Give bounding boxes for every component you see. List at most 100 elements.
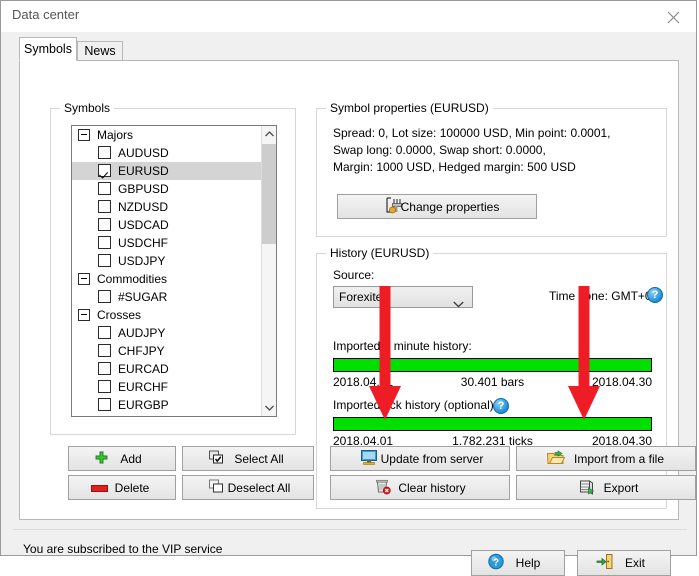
symbol-checkbox[interactable] [98,398,111,411]
symbol-row[interactable]: EURCHF [72,378,276,396]
clear-history-label: Clear history [331,481,509,495]
minute-history-label: Imported 1 minute history: [333,339,472,353]
symbol-checkbox[interactable] [98,416,111,417]
props-line-1: Spread: 0, Lot size: 100000 USD, Min poi… [333,125,611,142]
symbol-checkbox[interactable] [98,344,111,357]
help-button[interactable]: ? Help [471,550,565,576]
select-all-button-label: Select All [183,452,313,466]
symbol-row[interactable]: EURUSD [72,162,276,180]
source-dropdown[interactable]: Forexite [333,286,473,308]
symbol-properties-group: Symbol properties (EURUSD) Spread: 0, Lo… [316,108,667,237]
symbol-row[interactable]: NZDUSD [72,198,276,216]
symbol-label: CHFJPY [118,342,165,360]
symbol-row[interactable]: #SUGAR [72,288,276,306]
tab-symbols[interactable]: Symbols [19,37,77,61]
update-from-server-label: Update from server [331,452,509,466]
symbol-group-label: Majors [97,126,133,144]
symbol-label: USDCAD [118,216,169,234]
tick-history-label: Imported tick history (optional): [333,398,497,412]
symbol-row[interactable]: USDCAD [72,216,276,234]
select-all-button[interactable]: Select All [182,446,314,471]
symbol-group-row[interactable]: Crosses [72,306,276,324]
change-properties-button[interactable]: Change properties [337,194,537,219]
symbol-checkbox[interactable] [98,218,111,231]
symbol-row[interactable]: CHFJPY [72,342,276,360]
minute-history-range-row: 2018.04.01 30.401 bars 2018.04.30 [333,375,652,391]
symbol-checkbox[interactable] [98,290,111,303]
props-line-3: Margin: 1000 USD, Hedged margin: 500 USD [333,159,611,176]
scrollbar-thumb[interactable] [262,144,277,244]
import-from-file-label: Import from a file [517,452,695,466]
export-button[interactable]: Export [516,475,696,500]
symbol-checkbox[interactable] [98,326,111,339]
symbol-row[interactable]: EURCAD [72,360,276,378]
symbol-checkbox[interactable] [98,164,111,177]
add-button[interactable]: Add [68,446,176,471]
close-icon[interactable] [651,1,696,31]
source-label: Source: [333,268,374,282]
delete-button[interactable]: Delete [68,475,176,500]
symbol-group-row[interactable]: Commodities [72,270,276,288]
subscription-status: You are subscribed to the VIP service [23,542,222,556]
collapse-icon[interactable] [78,273,90,285]
collapse-icon[interactable] [78,129,90,141]
deselect-all-button[interactable]: Deselect All [182,475,314,500]
scroll-up-icon[interactable] [262,126,277,142]
help-icon-timezone[interactable]: ? [647,287,663,303]
symbol-row[interactable]: EURJPY [72,414,276,417]
footer-divider [13,529,687,530]
symbol-group-row[interactable]: Majors [72,126,276,144]
symbol-row[interactable]: USDJPY [72,252,276,270]
symbol-checkbox[interactable] [98,182,111,195]
symbol-group-label: Commodities [97,270,167,288]
symbol-checkbox[interactable] [98,236,111,249]
tab-strip: Symbols News [19,37,679,61]
source-dropdown-value: Forexite [339,290,382,304]
symbol-properties-text: Spread: 0, Lot size: 100000 USD, Min poi… [333,125,611,176]
symbol-label: NZDUSD [118,198,168,216]
change-properties-label: Change properties [338,200,536,214]
deselect-all-button-label: Deselect All [183,481,313,495]
tab-news[interactable]: News [77,41,123,61]
symbol-checkbox[interactable] [98,380,111,393]
symbol-label: GBPUSD [118,180,169,198]
symbols-tab-page: Symbols MajorsAUDUSDEURUSDGBPUSDNZDUSDUS… [19,60,679,520]
symbols-group: Symbols MajorsAUDUSDEURUSDGBPUSDNZDUSDUS… [50,108,296,435]
add-button-label: Add [69,452,175,466]
symbol-row[interactable]: EURGBP [72,396,276,414]
window-title: Data center [12,7,79,22]
tick-history-progress-bar [333,417,652,431]
clear-history-button[interactable]: Clear history [330,475,510,500]
symbol-label: EURCHF [118,378,168,396]
symbol-checkbox[interactable] [98,146,111,159]
symbol-label: EURGBP [118,396,169,414]
exit-button[interactable]: Exit [577,550,671,576]
symbol-row[interactable]: AUDJPY [72,324,276,342]
symbol-label: USDCHF [118,234,168,252]
title-bar: Data center [1,1,696,32]
timezone-label: Time zone: GMT+0 [549,289,652,303]
history-group-legend: History (EURUSD) [326,246,433,260]
minute-history-to: 2018.04.30 [592,375,652,389]
scroll-down-icon[interactable] [262,400,277,416]
symbol-checkbox[interactable] [98,200,111,213]
import-from-file-button[interactable]: Import from a file [516,446,696,471]
symbol-label: USDJPY [118,252,165,270]
symbol-checkbox[interactable] [98,254,111,267]
symbol-row[interactable]: USDCHF [72,234,276,252]
symbol-list-scrollbar[interactable] [261,126,276,416]
help-icon-tick-history[interactable]: ? [493,398,509,414]
chevron-down-icon [453,294,464,314]
symbol-label: AUDJPY [118,324,165,342]
symbol-label: #SUGAR [118,288,167,306]
symbol-checkbox[interactable] [98,362,111,375]
symbol-properties-legend: Symbol properties (EURUSD) [326,101,493,115]
symbol-tree-list[interactable]: MajorsAUDUSDEURUSDGBPUSDNZDUSDUSDCADUSDC… [71,125,277,417]
symbol-row[interactable]: GBPUSD [72,180,276,198]
symbol-tree-rows: MajorsAUDUSDEURUSDGBPUSDNZDUSDUSDCADUSDC… [72,126,276,417]
update-from-server-button[interactable]: Update from server [330,446,510,471]
collapse-icon[interactable] [78,309,90,321]
symbol-row[interactable]: AUDUSD [72,144,276,162]
symbol-label: EURJPY [118,414,165,417]
symbol-label: AUDUSD [118,144,169,162]
